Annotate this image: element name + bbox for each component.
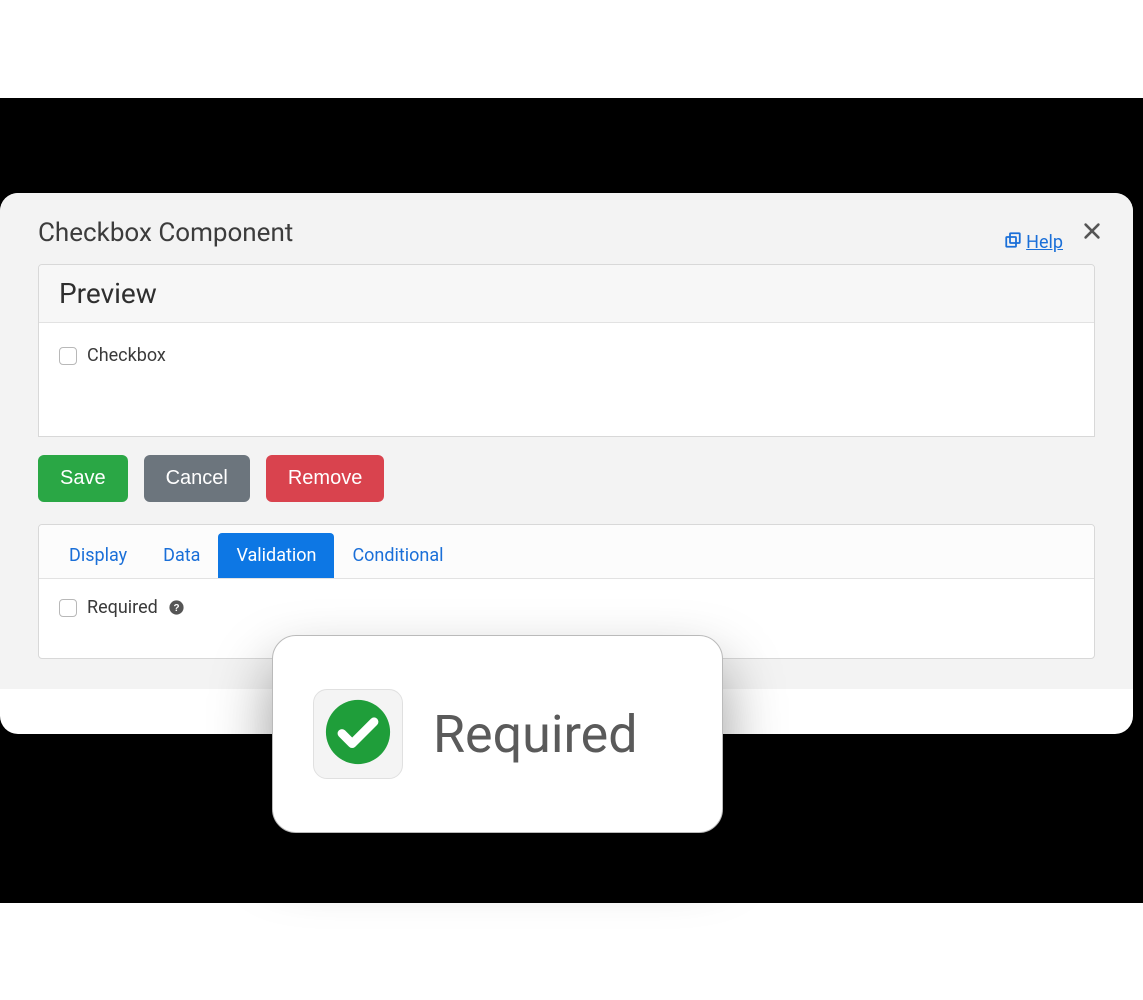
close-button[interactable] (1081, 218, 1103, 248)
header-actions: Help (1004, 211, 1103, 254)
modal-title: Checkbox Component (38, 218, 293, 248)
question-circle-icon[interactable]: ? (168, 599, 186, 617)
popout-icon (1004, 231, 1022, 254)
preview-checkbox-label: Checkbox (87, 345, 166, 366)
tab-validation[interactable]: Validation (218, 533, 334, 578)
save-button[interactable]: Save (38, 455, 128, 502)
action-button-row: Save Cancel Remove (38, 437, 1095, 524)
preview-panel: Preview Checkbox (38, 264, 1095, 437)
required-checkbox-input[interactable] (59, 599, 77, 617)
tabs: Display Data Validation Conditional (39, 525, 1094, 579)
svg-text:?: ? (174, 603, 180, 614)
checkbox-input[interactable] (59, 347, 77, 365)
help-link-label: Help (1026, 232, 1063, 253)
preview-heading: Preview (39, 265, 1094, 323)
cancel-button[interactable]: Cancel (144, 455, 250, 502)
preview-content: Checkbox (39, 323, 1094, 436)
modal-body: Preview Checkbox Save Cancel Remove Disp… (0, 264, 1133, 689)
remove-button[interactable]: Remove (266, 455, 384, 502)
tab-data[interactable]: Data (145, 533, 218, 578)
required-callout: Required (272, 635, 723, 833)
callout-label: Required (433, 704, 638, 765)
tab-conditional[interactable]: Conditional (334, 533, 461, 578)
check-badge (313, 689, 403, 779)
help-link[interactable]: Help (1004, 231, 1063, 254)
checkmark-circle-icon (323, 697, 393, 771)
preview-checkbox-row[interactable]: Checkbox (59, 345, 1074, 366)
required-label: Required (87, 597, 158, 618)
close-icon (1081, 216, 1103, 249)
required-checkbox-row[interactable]: Required ? (59, 597, 1074, 618)
tab-display[interactable]: Display (51, 533, 145, 578)
modal-header: Checkbox Component Help (0, 193, 1133, 264)
